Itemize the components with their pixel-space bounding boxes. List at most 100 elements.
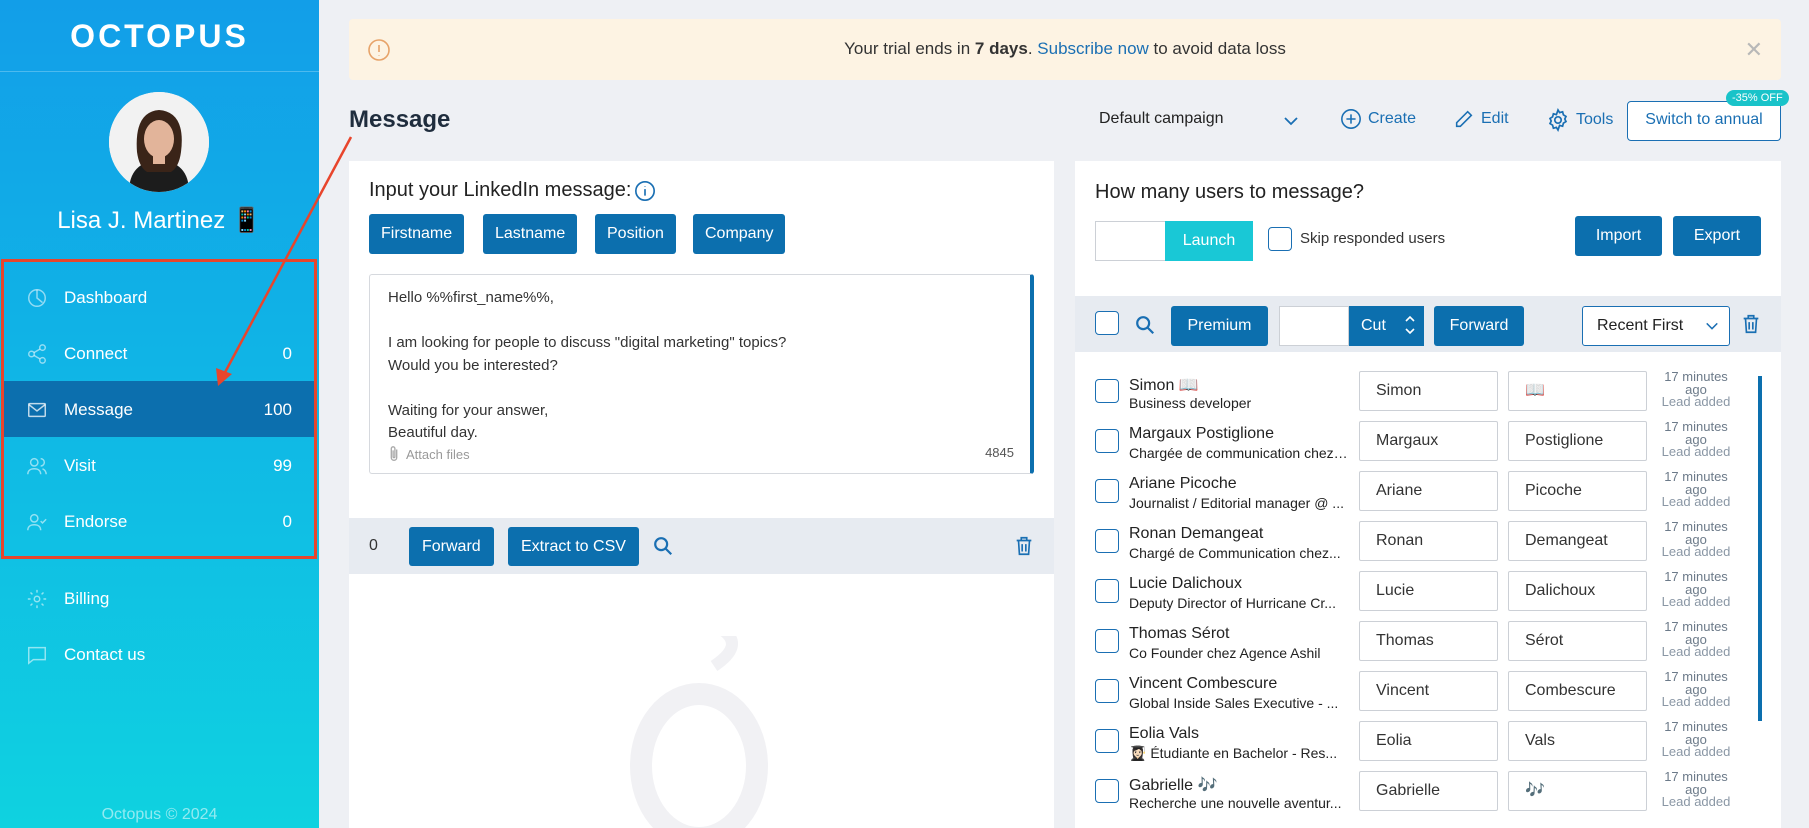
firstname-field[interactable]: Gabrielle: [1359, 771, 1498, 811]
user-count-input[interactable]: [1095, 221, 1165, 261]
sidebar-item-contact[interactable]: Contact us: [4, 626, 314, 682]
sort-select[interactable]: Recent First: [1582, 306, 1730, 346]
cut-count-input[interactable]: [1279, 306, 1349, 346]
sidebar-item-count: 99: [273, 456, 292, 475]
queue-count: 0: [369, 537, 378, 554]
row-checkbox[interactable]: [1095, 429, 1119, 453]
tools-button[interactable]: Tools: [1546, 108, 1613, 132]
import-button[interactable]: Import: [1575, 216, 1662, 256]
time-label: 17 minutes ago: [1664, 569, 1728, 597]
trash-icon[interactable]: [1013, 535, 1035, 557]
lastname-field[interactable]: Picoche: [1508, 471, 1647, 511]
sidebar-item-count: 100: [263, 400, 292, 419]
firstname-field[interactable]: Eolia: [1359, 721, 1498, 761]
message-text[interactable]: Hello %%first_name%%, I am looking for p…: [388, 287, 786, 445]
tag-lastname-button[interactable]: Lastname: [483, 214, 578, 254]
users-panel: How many users to message? Launch Skip r…: [1075, 161, 1781, 828]
gear-icon: [1548, 108, 1568, 132]
user-name[interactable]: Margaux Postiglione: [1129, 425, 1274, 443]
firstname-field[interactable]: Margaux: [1359, 421, 1498, 461]
firstname-field[interactable]: Ariane: [1359, 471, 1498, 511]
info-icon[interactable]: [634, 180, 656, 202]
lastname-field[interactable]: 📖: [1508, 371, 1647, 411]
page-title: Message: [349, 106, 451, 133]
forward-button[interactable]: Forward: [1434, 306, 1524, 346]
tag-company-button[interactable]: Company: [693, 214, 786, 254]
time-label: 17 minutes ago: [1664, 619, 1728, 647]
user-name[interactable]: Eolia Vals: [1129, 725, 1199, 743]
message-textarea[interactable]: Hello %%first_name%%, I am looking for p…: [369, 274, 1034, 474]
launch-button[interactable]: Launch: [1165, 221, 1253, 261]
trash-icon[interactable]: [1740, 313, 1762, 335]
banner-days: 7 days: [974, 39, 1028, 58]
users-panel-title: How many users to message?: [1095, 181, 1365, 203]
row-checkbox[interactable]: [1095, 729, 1119, 753]
sidebar-item-endorse[interactable]: Endorse 0: [4, 493, 314, 549]
users-icon: [27, 457, 47, 475]
switch-annual-button[interactable]: Switch to annual: [1627, 101, 1781, 141]
user-name[interactable]: Ronan Demangeat: [1129, 525, 1263, 543]
user-name[interactable]: Simon 📖: [1129, 375, 1199, 395]
subscribe-link[interactable]: Subscribe now: [1037, 39, 1149, 58]
user-name[interactable]: Thomas Sérot: [1129, 625, 1229, 643]
firstname-field[interactable]: Ronan: [1359, 521, 1498, 561]
lastname-field[interactable]: Demangeat: [1508, 521, 1647, 561]
time-label: 17 minutes ago: [1664, 669, 1728, 697]
firstname-field[interactable]: Simon: [1359, 371, 1498, 411]
tag-firstname-button[interactable]: Firstname: [369, 214, 465, 254]
row-checkbox[interactable]: [1095, 379, 1119, 403]
time-label: 17 minutes ago: [1664, 469, 1728, 497]
export-button[interactable]: Export: [1673, 216, 1761, 256]
user-name[interactable]: Gabrielle 🎶: [1129, 775, 1217, 795]
lastname-field[interactable]: Combescure: [1508, 671, 1647, 711]
firstname-field[interactable]: Thomas: [1359, 621, 1498, 661]
list-scrollbar[interactable]: [1758, 376, 1762, 721]
tag-position-button[interactable]: Position: [595, 214, 676, 254]
row-checkbox[interactable]: [1095, 629, 1119, 653]
user-name[interactable]: Vincent Combescure: [1129, 675, 1277, 693]
search-icon[interactable]: [652, 535, 674, 557]
gear-icon: [27, 589, 47, 609]
lastname-field[interactable]: Vals: [1508, 721, 1647, 761]
sidebar-item-dashboard[interactable]: Dashboard: [4, 269, 314, 325]
sidebar-item-message[interactable]: Message 100: [4, 381, 314, 437]
firstname-field[interactable]: Vincent: [1359, 671, 1498, 711]
message-composer-panel: Input your LinkedIn message: Firstname L…: [349, 161, 1054, 828]
forward-button[interactable]: Forward: [409, 527, 494, 566]
select-all-checkbox[interactable]: [1095, 311, 1119, 335]
paperclip-icon: [390, 446, 398, 461]
attach-files-button[interactable]: Attach files: [386, 445, 470, 463]
user-title: Co Founder chez Agence Ashil: [1129, 645, 1321, 661]
status-label: Lead added: [1661, 394, 1731, 409]
sidebar-item-billing[interactable]: Billing: [4, 570, 314, 626]
search-icon[interactable]: [1134, 314, 1156, 336]
close-icon[interactable]: ✕: [1745, 37, 1763, 63]
lastname-field[interactable]: 🎶: [1508, 771, 1647, 811]
row-checkbox[interactable]: [1095, 579, 1119, 603]
sidebar-item-connect[interactable]: Connect 0: [4, 325, 314, 381]
row-checkbox[interactable]: [1095, 779, 1119, 803]
avatar[interactable]: [109, 92, 209, 192]
edit-button[interactable]: Edit: [1453, 108, 1509, 130]
lastname-field[interactable]: Postiglione: [1508, 421, 1647, 461]
chevron-down-icon[interactable]: [1283, 113, 1299, 129]
user-title: Deputy Director of Hurricane Cr...: [1129, 595, 1336, 611]
firstname-field[interactable]: Lucie: [1359, 571, 1498, 611]
lastname-field[interactable]: Sérot: [1508, 621, 1647, 661]
sidebar-item-visit[interactable]: Visit 99: [4, 437, 314, 493]
lastname-field[interactable]: Dalichoux: [1508, 571, 1647, 611]
banner-suffix: to avoid data loss: [1148, 39, 1286, 58]
sidebar-item-label: Message: [64, 400, 133, 419]
row-checkbox[interactable]: [1095, 529, 1119, 553]
row-checkbox[interactable]: [1095, 479, 1119, 503]
row-checkbox[interactable]: [1095, 679, 1119, 703]
create-button[interactable]: Create: [1340, 108, 1416, 130]
user-name[interactable]: Lucie Dalichoux: [1129, 575, 1242, 593]
skip-responded-checkbox[interactable]: [1268, 227, 1292, 251]
cut-select[interactable]: Cut: [1349, 306, 1424, 346]
extract-csv-button[interactable]: Extract to CSV: [508, 527, 639, 566]
premium-button[interactable]: Premium: [1171, 306, 1268, 346]
timestamp: 17 minutes ago Lead added: [1659, 770, 1733, 809]
campaign-select[interactable]: Default campaign: [1099, 110, 1224, 128]
user-name[interactable]: Ariane Picoche: [1129, 475, 1237, 493]
